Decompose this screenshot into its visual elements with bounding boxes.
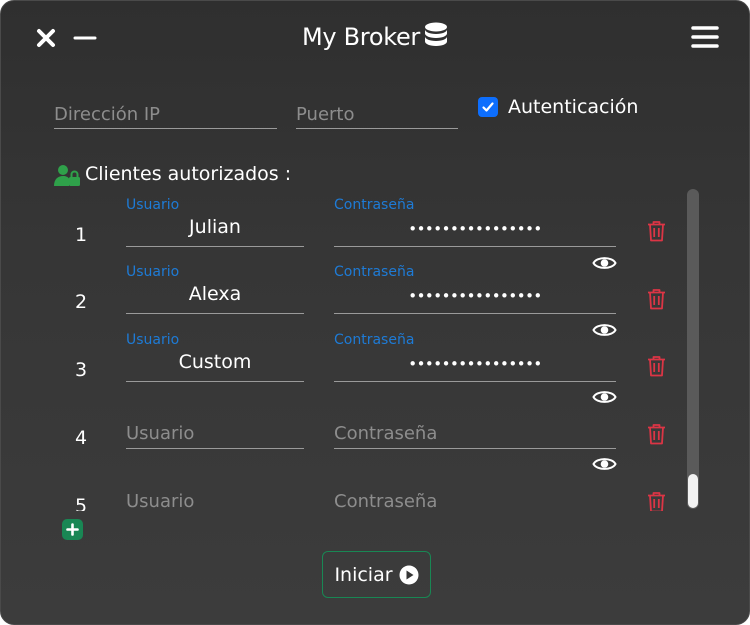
password-underline: [334, 246, 616, 247]
hamburger-menu-icon[interactable]: [691, 25, 719, 49]
username-field[interactable]: Usuario: [126, 487, 304, 511]
checkmark-icon: [482, 102, 494, 112]
trash-icon[interactable]: [647, 355, 666, 377]
ip-address-placeholder: Dirección IP: [54, 104, 161, 125]
client-index: 4: [75, 427, 88, 449]
database-icon: [424, 22, 448, 54]
username-underline: [126, 448, 304, 449]
username-placeholder: Usuario: [126, 491, 195, 511]
app-window: My Broker Dirección IP Puerto Autenticac…: [0, 0, 750, 625]
password-underline: [334, 448, 616, 449]
client-index: 5: [75, 495, 88, 511]
clients-list: 1 Usuario Julian Contraseña ••••••••••••…: [1, 191, 681, 511]
password-value: ••••••••••••••••: [408, 220, 542, 238]
password-placeholder: Contraseña: [334, 423, 438, 444]
username-value: Alexa: [188, 283, 242, 305]
start-button[interactable]: Iniciar: [322, 551, 431, 598]
username-underline: [126, 313, 304, 314]
password-floating-label: Contraseña: [334, 264, 415, 280]
username-placeholder: Usuario: [126, 423, 195, 444]
trash-icon[interactable]: [647, 423, 666, 445]
password-field[interactable]: Contraseña ••••••••••••••••: [334, 264, 616, 314]
username-floating-label: Usuario: [126, 332, 180, 348]
password-field[interactable]: Contraseña ••••••••••••••••: [334, 197, 616, 247]
add-client-button[interactable]: [62, 519, 83, 540]
username-value: Custom: [178, 351, 252, 373]
trash-icon[interactable]: [647, 220, 666, 242]
plus-icon: [66, 523, 79, 536]
trash-icon[interactable]: [647, 288, 666, 310]
password-value: ••••••••••••••••: [408, 287, 542, 305]
password-field[interactable]: Contraseña: [334, 419, 616, 449]
show-password-eye-icon[interactable]: [592, 388, 617, 406]
ip-address-field[interactable]: Dirección IP: [54, 101, 277, 129]
show-password-eye-icon[interactable]: [592, 455, 617, 473]
password-floating-label: Contraseña: [334, 197, 415, 213]
password-placeholder: Contraseña: [334, 491, 438, 511]
client-index: 2: [75, 291, 88, 313]
user-lock-icon: [54, 164, 82, 188]
username-field[interactable]: Usuario: [126, 419, 304, 449]
password-underline: [334, 381, 616, 382]
port-field[interactable]: Puerto: [296, 101, 458, 129]
authentication-checkbox[interactable]: [478, 97, 498, 117]
password-underline: [334, 313, 616, 314]
window-title-bar: My Broker: [1, 22, 749, 54]
username-floating-label: Usuario: [126, 197, 180, 213]
password-field[interactable]: Contraseña ••••••••••••••••: [334, 332, 616, 382]
authorized-clients-label: Clientes autorizados :: [85, 163, 292, 185]
username-value: Julian: [189, 216, 241, 238]
port-underline: [296, 128, 458, 129]
clients-scrollbar-thumb[interactable]: [688, 474, 698, 508]
username-underline: [126, 381, 304, 382]
username-field[interactable]: Usuario Alexa: [126, 264, 304, 314]
password-value: ••••••••••••••••: [408, 355, 542, 373]
clients-scrollbar-track[interactable]: [687, 189, 699, 509]
password-field[interactable]: Contraseña: [334, 487, 616, 511]
username-floating-label: Usuario: [126, 264, 180, 280]
play-circle-icon: [399, 565, 419, 584]
trash-icon[interactable]: [647, 491, 666, 511]
client-index: 1: [75, 224, 88, 246]
username-underline: [126, 246, 304, 247]
window-title: My Broker: [301, 23, 420, 51]
ip-address-underline: [54, 128, 277, 129]
username-field[interactable]: Usuario Custom: [126, 332, 304, 382]
client-index: 3: [75, 359, 88, 381]
port-placeholder: Puerto: [296, 104, 355, 125]
authentication-label[interactable]: Autenticación: [508, 96, 638, 118]
password-floating-label: Contraseña: [334, 332, 415, 348]
username-field[interactable]: Usuario Julian: [126, 197, 304, 247]
start-button-label: Iniciar: [334, 563, 393, 586]
